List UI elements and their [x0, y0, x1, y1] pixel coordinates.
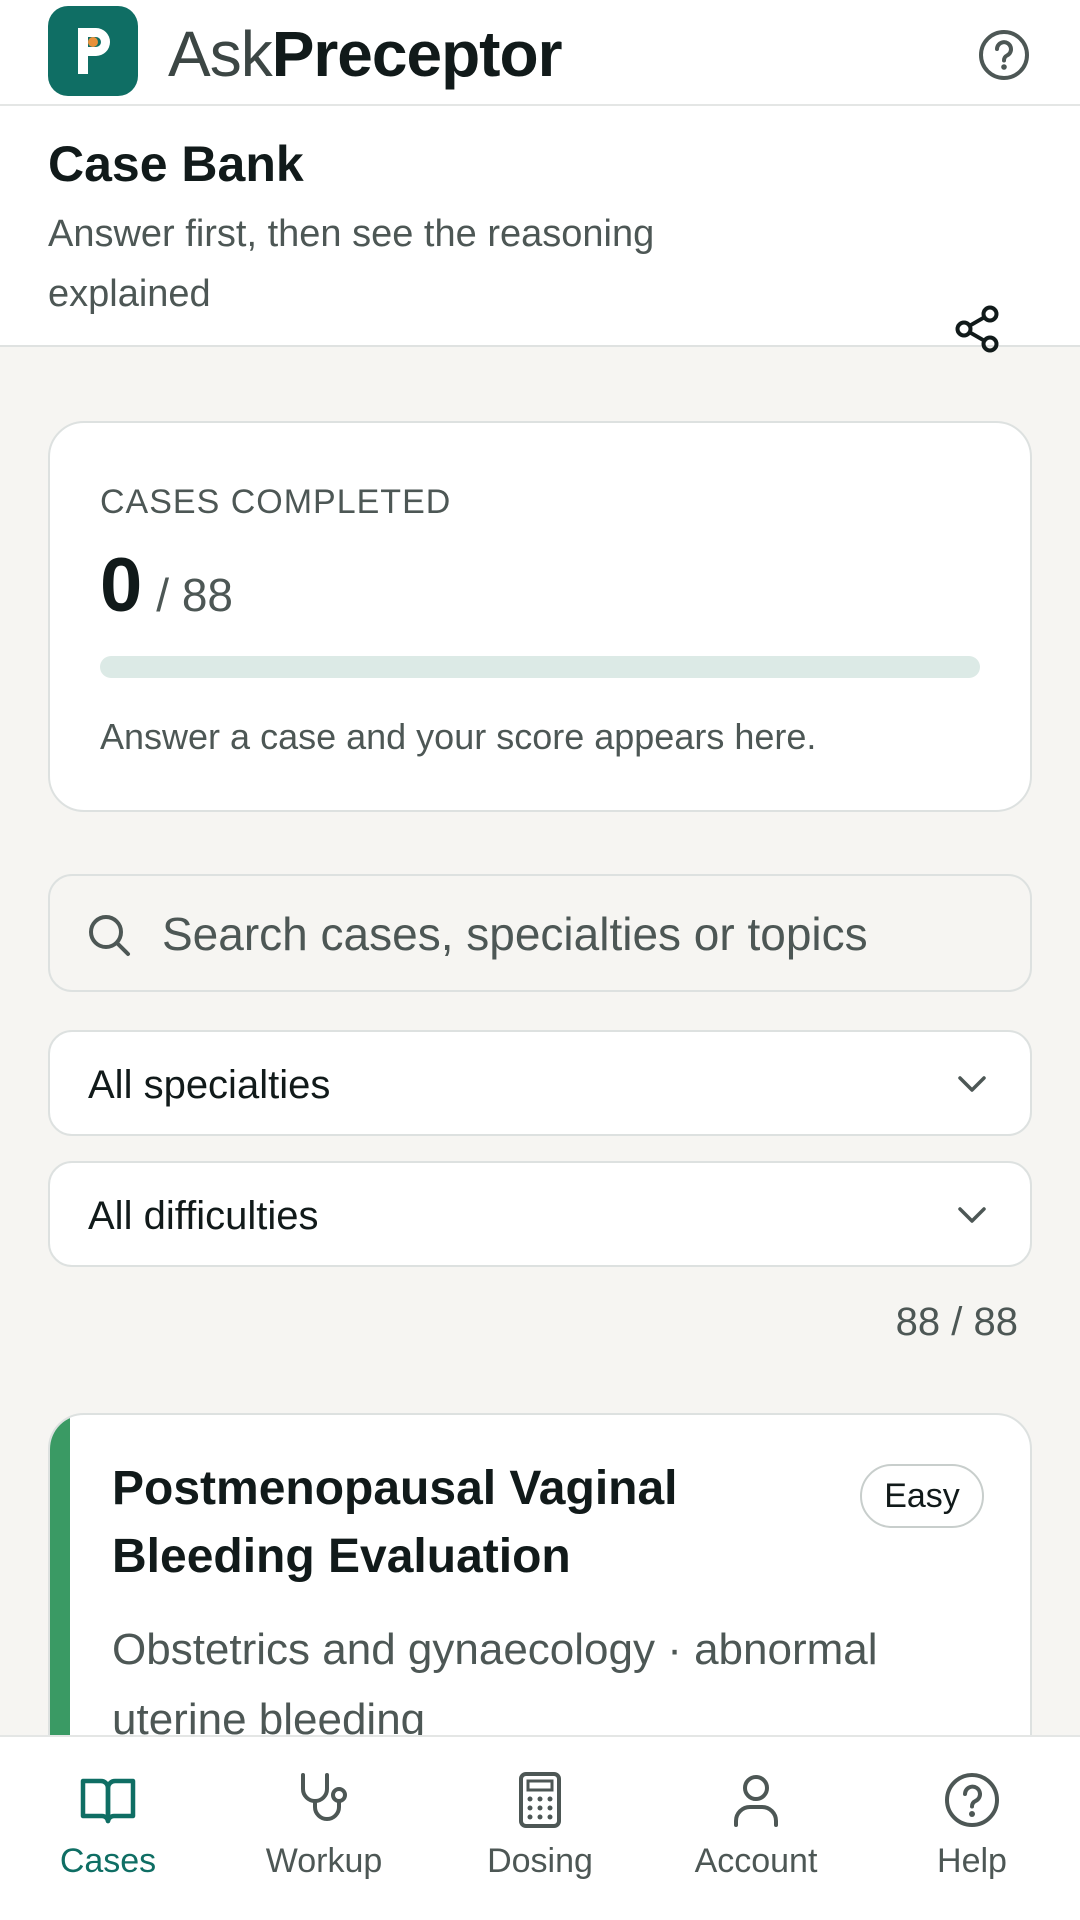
specialty-select[interactable]: All specialties: [48, 1030, 1032, 1136]
logo-p-icon: [78, 28, 110, 74]
book-icon: [80, 1778, 136, 1824]
help-icon: [945, 1773, 999, 1827]
page-title: Case Bank: [48, 136, 304, 192]
brand-prefix: Ask: [168, 18, 273, 90]
search-box[interactable]: [48, 874, 1032, 992]
nav-label-account: Account: [694, 1842, 818, 1880]
brand-wordmark: AskPreceptor: [168, 14, 563, 94]
progress-bar: [100, 656, 980, 678]
total-count: / 88: [156, 569, 234, 621]
search-input[interactable]: [162, 896, 1002, 972]
search-icon: [89, 915, 130, 956]
help-icon[interactable]: [977, 28, 1031, 82]
nav-item-help[interactable]: Help: [864, 1737, 1080, 1920]
page-header: Case Bank Answer first, then see the rea…: [0, 106, 1080, 353]
calculator-icon: [519, 1772, 561, 1828]
difficulty-select[interactable]: All difficulties: [48, 1161, 1032, 1267]
difficulty-badge: Easy: [860, 1464, 984, 1528]
chevron-down-icon: [958, 1076, 986, 1092]
progress-card: CASES COMPLETED 0/ 88 Answer a case and …: [48, 421, 1032, 812]
progress-hint: Answer a case and your score appears her…: [100, 716, 817, 757]
specialty-select-value: All specialties: [88, 1063, 331, 1107]
chevron-down-icon: [958, 1207, 986, 1223]
case-title: Postmenopausal Vaginal Bleeding Evaluati…: [112, 1462, 678, 1583]
completed-count: 0: [100, 543, 143, 628]
nav-label-workup: Workup: [265, 1842, 383, 1880]
nav-label-cases: Cases: [59, 1842, 157, 1880]
case-meta: Obstetrics and gynaecology · abnormal ut…: [112, 1625, 878, 1744]
nav-item-workup[interactable]: Workup: [216, 1737, 432, 1920]
app-logo[interactable]: [48, 6, 138, 96]
share-icon[interactable]: [952, 304, 1002, 354]
progress-count: 0/ 88: [100, 541, 233, 652]
page-subtitle: Answer first, then see the reasoning exp…: [48, 213, 655, 315]
brand-name: Preceptor: [271, 18, 563, 90]
user-icon: [734, 1775, 778, 1827]
bottom-nav: Cases Workup Dosing Account Help: [0, 1735, 1080, 1920]
nav-label-help: Help: [937, 1842, 1007, 1880]
difficulty-select-value: All difficulties: [88, 1194, 319, 1238]
stethoscope-icon: [301, 1773, 347, 1821]
app-top-bar: AskPreceptor: [0, 0, 1080, 106]
nav-item-dosing[interactable]: Dosing: [432, 1737, 648, 1920]
nav-label-dosing: Dosing: [487, 1842, 593, 1880]
result-count: 88 / 88: [895, 1300, 1018, 1344]
progress-label: CASES COMPLETED: [100, 483, 452, 521]
nav-item-account[interactable]: Account: [648, 1737, 864, 1920]
nav-item-cases[interactable]: Cases: [0, 1737, 216, 1920]
